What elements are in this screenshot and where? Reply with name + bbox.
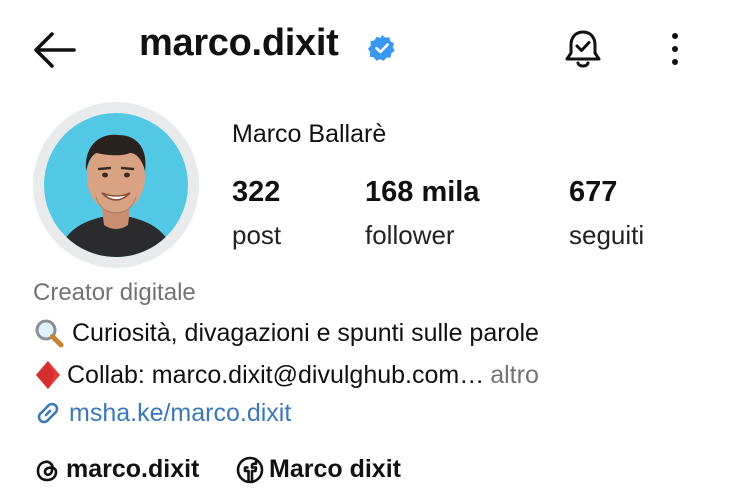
facebook-name[interactable]: Marco dixit	[269, 455, 401, 484]
profile-username: marco.dixit	[139, 22, 339, 64]
threads-username[interactable]: marco.dixit	[66, 455, 199, 484]
post-count[interactable]: 322	[232, 176, 280, 209]
verified-badge-icon	[368, 35, 395, 61]
facebook-icon	[236, 456, 264, 483]
follower-count[interactable]: 168 mila	[365, 176, 479, 209]
profile-link-text[interactable]: msha.ke/marco.dixit	[69, 399, 291, 428]
red-diamond-emoji-icon	[36, 361, 60, 389]
bio-text-2: Collab: marco.dixit@divulghub.com…	[67, 360, 485, 389]
threads-icon	[36, 459, 58, 481]
profile-category: Creator digitale	[33, 279, 196, 306]
arrow-left-icon[interactable]	[30, 30, 78, 70]
post-label[interactable]: post	[232, 220, 281, 251]
facebook-badge[interactable]: Marco dixit	[236, 455, 401, 484]
threads-badge[interactable]: marco.dixit	[33, 455, 199, 484]
more-button[interactable]: altro	[490, 361, 539, 390]
following-count[interactable]: 677	[569, 176, 617, 209]
bio-line-1: Curiosità, divagazioni e spunti sulle pa…	[33, 318, 539, 348]
bio-line-2: Collab: marco.dixit@divulghub.com… altro	[33, 359, 539, 391]
bio-text-1: Curiosità, divagazioni e spunti sulle pa…	[72, 318, 539, 347]
vertical-dots-icon[interactable]	[665, 30, 685, 68]
profile-link[interactable]: msha.ke/marco.dixit	[33, 398, 291, 428]
avatar[interactable]	[44, 113, 188, 257]
follower-label[interactable]: follower	[365, 220, 455, 251]
link-icon	[37, 402, 59, 424]
avatar-portrait	[44, 113, 188, 257]
magnifier-emoji-icon	[35, 319, 64, 348]
profile-full-name: Marco Ballarè	[232, 120, 387, 148]
bell-check-icon[interactable]	[562, 27, 604, 71]
following-label[interactable]: seguiti	[569, 220, 644, 251]
